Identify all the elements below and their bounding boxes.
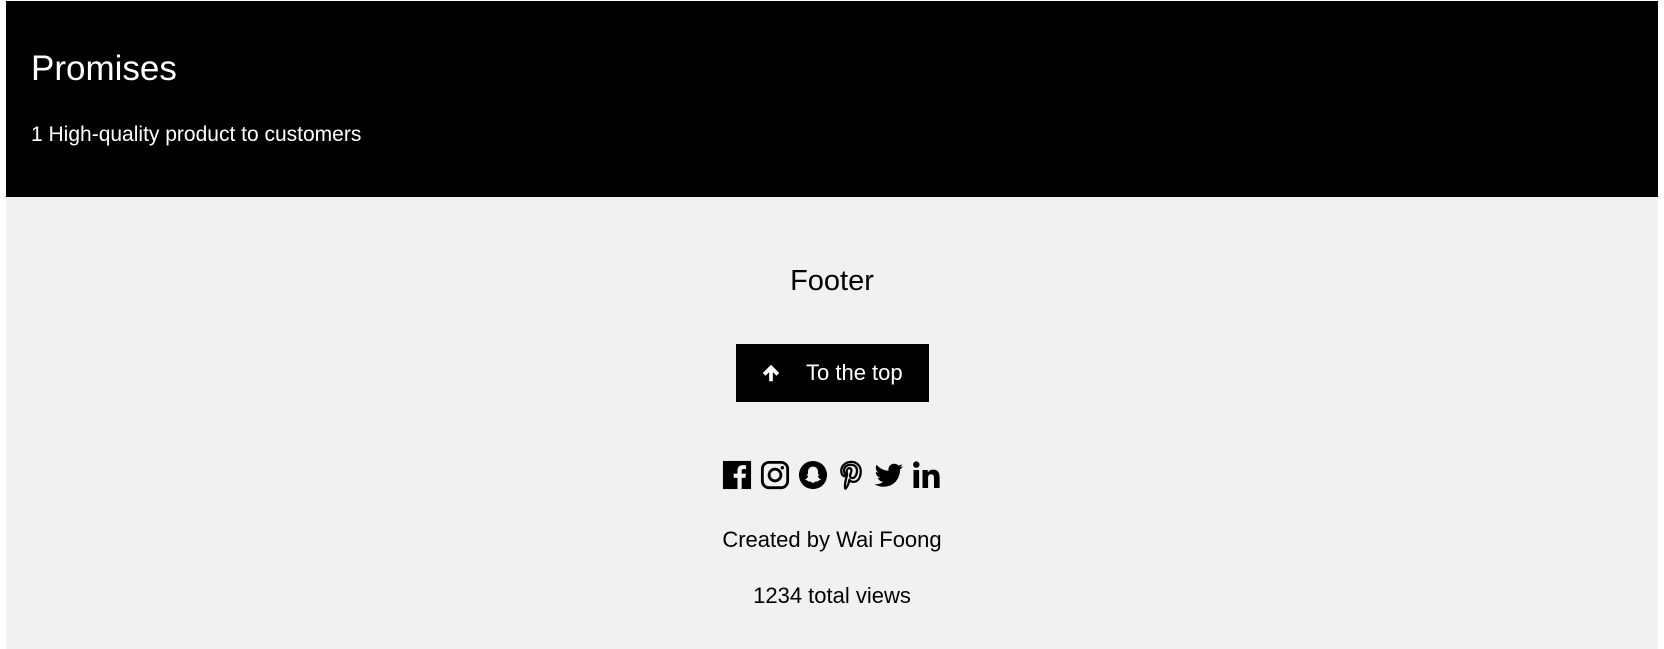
linkedin-icon[interactable] [911,459,943,491]
pinterest-icon[interactable] [835,459,867,491]
to-the-top-label: To the top [806,360,903,385]
promises-title: Promises [31,49,177,88]
facebook-icon[interactable] [721,459,753,491]
arrow-up-icon [760,362,782,384]
page: Promises 1 High-quality product to custo… [0,0,1664,649]
twitter-icon[interactable] [873,459,905,491]
total-views-text: 1234 total views [753,583,911,608]
instagram-icon[interactable] [759,459,791,491]
promises-section: Promises 1 High-quality product to custo… [6,1,1658,197]
footer-title: Footer [790,265,874,297]
social-links [6,459,1658,491]
to-the-top-button[interactable]: To the top [736,344,929,402]
created-by-text: Created by Wai Foong [722,527,942,552]
footer: Footer To the top Created by Wai Foong 1… [6,197,1658,649]
promise-item: 1 High-quality product to customers [31,123,362,146]
snapchat-icon[interactable] [797,459,829,491]
